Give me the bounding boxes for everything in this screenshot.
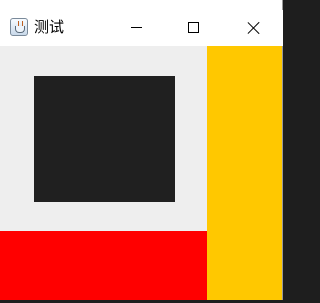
close-icon xyxy=(247,21,261,35)
maximize-icon xyxy=(188,22,199,33)
dark-panel xyxy=(34,76,175,202)
minimize-icon xyxy=(131,27,142,28)
java-app-icon[interactable] xyxy=(10,18,28,36)
minimize-button[interactable] xyxy=(107,10,165,46)
maximize-button[interactable] xyxy=(165,10,223,46)
red-panel xyxy=(0,231,207,300)
content-area xyxy=(0,46,282,300)
app-window: 测试 xyxy=(0,0,283,300)
desktop-background-right xyxy=(283,0,291,303)
close-button[interactable] xyxy=(225,10,283,46)
window-title: 测试 xyxy=(34,18,65,36)
yellow-panel xyxy=(207,46,282,300)
title-bar[interactable]: 测试 xyxy=(0,10,283,46)
